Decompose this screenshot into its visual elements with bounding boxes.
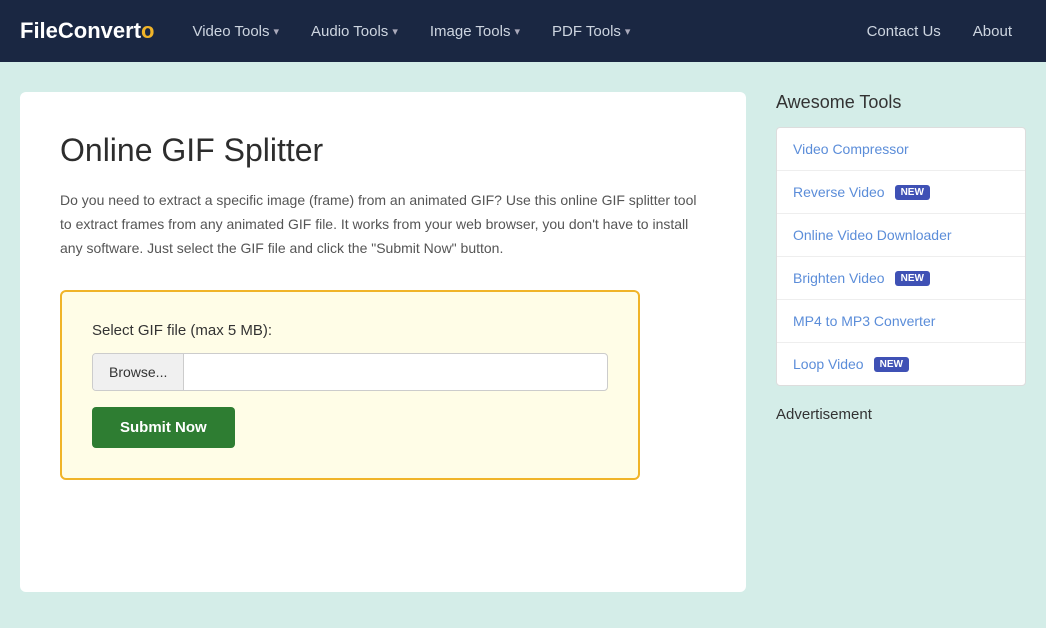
chevron-down-icon: ▾ — [625, 25, 631, 38]
tools-list: Video Compressor Reverse Video NEW Online V… — [776, 127, 1026, 386]
nav-pdf-tools[interactable]: PDF Tools ▾ — [538, 15, 644, 48]
file-name-display — [184, 362, 607, 382]
tool-label: Video Compressor — [793, 141, 909, 157]
new-badge: NEW — [895, 271, 930, 286]
navbar: FileConverto Video Tools ▾ Audio Tools ▾… — [0, 0, 1046, 62]
new-badge: NEW — [895, 185, 930, 200]
browse-button[interactable]: Browse... — [93, 354, 184, 390]
nav-image-tools[interactable]: Image Tools ▾ — [416, 15, 534, 48]
advertisement-title: Advertisement — [776, 406, 1026, 423]
list-item[interactable]: Online Video Downloader — [777, 214, 1025, 257]
list-item[interactable]: Brighten Video NEW — [777, 257, 1025, 300]
nav-about[interactable]: About — [959, 15, 1026, 48]
tool-label: Loop Video — [793, 356, 864, 372]
page-wrapper: Online GIF Splitter Do you need to extra… — [0, 62, 1046, 622]
tool-label: MP4 to MP3 Converter — [793, 313, 935, 329]
chevron-down-icon: ▾ — [274, 25, 280, 38]
sidebar-tools-title: Awesome Tools — [776, 92, 1026, 113]
tool-label: Reverse Video — [793, 184, 885, 200]
file-input-row: Browse... — [92, 353, 608, 391]
nav-contact-us[interactable]: Contact Us — [853, 15, 955, 48]
tool-label: Brighten Video — [793, 270, 885, 286]
upload-label: Select GIF file (max 5 MB): — [92, 322, 608, 339]
upload-box: Select GIF file (max 5 MB): Browse... Su… — [60, 290, 640, 480]
list-item[interactable]: Video Compressor — [777, 128, 1025, 171]
tool-label: Online Video Downloader — [793, 227, 952, 243]
nav-video-tools[interactable]: Video Tools ▾ — [178, 15, 293, 48]
list-item[interactable]: Loop Video NEW — [777, 343, 1025, 385]
submit-button[interactable]: Submit Now — [92, 407, 235, 448]
new-badge: NEW — [874, 357, 909, 372]
list-item[interactable]: Reverse Video NEW — [777, 171, 1025, 214]
chevron-down-icon: ▾ — [392, 25, 398, 38]
nav-audio-tools[interactable]: Audio Tools ▾ — [297, 15, 412, 48]
page-description: Do you need to extract a specific image … — [60, 189, 706, 260]
sidebar: Awesome Tools Video Compressor Reverse Vi… — [776, 92, 1026, 592]
logo-highlight: o — [141, 18, 154, 43]
site-logo[interactable]: FileConverto — [20, 18, 154, 44]
page-title: Online GIF Splitter — [60, 132, 706, 169]
main-content: Online GIF Splitter Do you need to extra… — [20, 92, 746, 592]
chevron-down-icon: ▾ — [514, 25, 520, 38]
list-item[interactable]: MP4 to MP3 Converter — [777, 300, 1025, 343]
